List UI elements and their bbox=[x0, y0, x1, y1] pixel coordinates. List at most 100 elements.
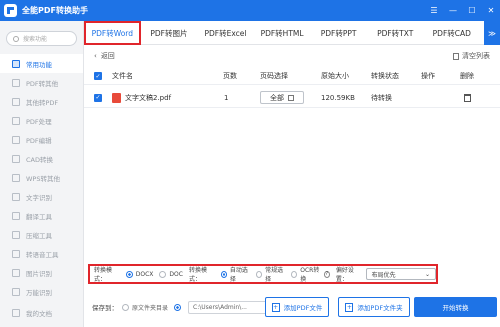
start-convert-button[interactable]: 开始转换 bbox=[414, 297, 497, 317]
cad-icon bbox=[12, 154, 20, 163]
header-status: 转换状态 bbox=[371, 72, 399, 80]
sidebar-item-cad[interactable]: CAD转换 bbox=[0, 149, 83, 168]
tab-more-icon[interactable]: ≫ bbox=[484, 21, 500, 45]
format-label: 转换模式： bbox=[94, 267, 113, 283]
auto-label: 自动选择 bbox=[229, 267, 248, 283]
tab-pdf-to-ppt[interactable]: PDF转PPT bbox=[310, 21, 367, 45]
sidebar-item-pdf-to-other[interactable]: PDF转其他 bbox=[0, 73, 83, 92]
translate-icon bbox=[12, 211, 20, 220]
doc-radio[interactable]: DOC bbox=[159, 270, 183, 278]
tab-bar: PDF转Word PDF转图片 PDF转Excel PDF转HTML PDF转P… bbox=[84, 21, 500, 45]
scan-icon bbox=[12, 287, 20, 296]
clear-label: 清空列表 bbox=[462, 52, 490, 60]
menu-icon[interactable]: ☰ bbox=[429, 6, 439, 15]
header-pages: 页数 bbox=[223, 72, 237, 80]
sidebar-item-label: PDF处理 bbox=[26, 117, 52, 126]
normal-label: 常规选择 bbox=[265, 267, 284, 283]
file-size: 120.59KB bbox=[321, 93, 355, 102]
close-icon[interactable]: ✕ bbox=[486, 6, 496, 15]
page-count: 1 bbox=[224, 93, 229, 102]
voice-icon bbox=[12, 249, 20, 258]
delete-icon[interactable] bbox=[464, 93, 471, 102]
sidebar-item-my-docs[interactable]: 我的文档 bbox=[0, 303, 84, 322]
tab-pdf-to-excel[interactable]: PDF转Excel bbox=[197, 21, 254, 45]
minimize-icon[interactable]: — bbox=[448, 6, 458, 15]
star-icon bbox=[12, 59, 20, 68]
sidebar-item-ocr[interactable]: 文字识别 bbox=[0, 187, 83, 206]
save-to-label: 保存到： bbox=[92, 304, 118, 312]
sidebar-item-label: 翻译工具 bbox=[26, 212, 52, 221]
edit-icon bbox=[12, 135, 20, 144]
output-path-field[interactable]: C:\Users\Admin\... bbox=[188, 300, 269, 314]
edit-icon bbox=[288, 94, 294, 101]
add-pdf-file-button[interactable]: + 添加PDF文件 bbox=[265, 297, 329, 317]
text-icon bbox=[12, 192, 20, 201]
source-dir-radio[interactable]: 原文件夹目录 bbox=[122, 303, 168, 312]
sidebar-item-voice[interactable]: 转语音工具 bbox=[0, 244, 83, 263]
sidebar-item-label: 我的文档 bbox=[26, 309, 52, 318]
preference-select[interactable]: 布局优先 ⌄ bbox=[365, 268, 436, 280]
header-action: 操作 bbox=[421, 72, 435, 80]
pref-label: 偏好设置： bbox=[335, 267, 354, 283]
doc-label: DOC bbox=[169, 270, 183, 278]
header-size: 原始大小 bbox=[321, 72, 349, 80]
sidebar-item-label: 万能识别 bbox=[26, 288, 52, 297]
sidebar-item-label: CAD转换 bbox=[26, 155, 53, 164]
clear-list-button[interactable]: 清空列表 bbox=[453, 51, 490, 61]
radio-icon bbox=[220, 270, 227, 278]
sidebar-item-label: 转语音工具 bbox=[26, 250, 59, 259]
row-checkbox[interactable]: ✓ bbox=[94, 93, 102, 102]
sidebar-item-label: 常用功能 bbox=[26, 60, 52, 69]
add-folder-label: 添加PDF文件夹 bbox=[357, 304, 403, 312]
tab-pdf-to-image[interactable]: PDF转图片 bbox=[141, 21, 198, 45]
sidebar-item-common[interactable]: 常用功能 bbox=[0, 54, 83, 73]
header-page-select: 页码选择 bbox=[260, 72, 288, 80]
sidebar-item-label: 图片识别 bbox=[26, 269, 52, 278]
tab-pdf-to-word[interactable]: PDF转Word bbox=[84, 21, 141, 45]
sidebar-item-wps[interactable]: WPS转其他 bbox=[0, 168, 83, 187]
sub-toolbar: ‹ 返回 清空列表 bbox=[84, 48, 500, 64]
sidebar-item-label: PDF编辑 bbox=[26, 136, 52, 145]
help-icon[interactable]: ? bbox=[323, 270, 330, 278]
radio-icon bbox=[159, 270, 167, 278]
sidebar-item-label: 文字识别 bbox=[26, 193, 52, 202]
page-select-button[interactable]: 全部 bbox=[260, 91, 304, 104]
sidebar-item-translate[interactable]: 翻译工具 bbox=[0, 206, 83, 225]
tab-pdf-to-txt[interactable]: PDF转TXT bbox=[367, 21, 424, 45]
search-input[interactable]: 搜索功能 bbox=[6, 31, 77, 46]
sidebar-item-label: 压缩工具 bbox=[26, 231, 52, 240]
trash-icon bbox=[453, 52, 459, 60]
ocr-radio[interactable]: OCR转换? bbox=[291, 265, 330, 283]
sidebar-item-label: PDF转其他 bbox=[26, 79, 59, 88]
search-placeholder: 搜索功能 bbox=[23, 36, 48, 43]
select-all-checkbox[interactable]: ✓ bbox=[94, 72, 102, 80]
sidebar-item-pdf-process[interactable]: PDF处理 bbox=[0, 111, 83, 130]
mode-label: 转换模式： bbox=[188, 267, 207, 283]
footer-bar: 保存到： 原文件夹目录 C:\Users\Admin\... … +添加PDF文… bbox=[84, 296, 500, 318]
sidebar-item-universal[interactable]: 万能识别 bbox=[0, 282, 83, 301]
back-label: 返回 bbox=[100, 52, 115, 60]
custom-dir-radio[interactable] bbox=[174, 303, 182, 311]
maximize-icon[interactable]: ☐ bbox=[467, 6, 477, 15]
tab-pdf-to-cad[interactable]: PDF转CAD bbox=[424, 21, 481, 45]
preference-value: 布局优先 bbox=[371, 271, 396, 279]
sidebar-item-other-to-pdf[interactable]: 其他转PDF bbox=[0, 92, 83, 111]
normal-radio[interactable]: 常规选择 bbox=[255, 265, 285, 283]
docx-radio[interactable]: DOCX bbox=[125, 270, 153, 278]
back-button[interactable]: ‹ 返回 bbox=[94, 51, 115, 61]
conversion-options: 转换模式： DOCX DOC 转换模式： 自动选择 常规选择 OCR转换? 偏好… bbox=[88, 264, 438, 284]
add-pdf-folder-button[interactable]: + 添加PDF文件夹 bbox=[338, 297, 410, 317]
window-controls: ☰ — ☐ ✕ bbox=[429, 0, 496, 21]
sidebar-item-label: 其他转PDF bbox=[26, 98, 59, 107]
sidebar-item-image-ocr[interactable]: 图片识别 bbox=[0, 263, 83, 282]
title-bar: 全能PDF转换助手 ☰ — ☐ ✕ bbox=[0, 0, 500, 21]
sidebar-item-label: WPS转其他 bbox=[26, 174, 60, 183]
radio-icon bbox=[291, 270, 298, 278]
chevron-down-icon: ⌄ bbox=[424, 270, 430, 278]
tab-pdf-to-html[interactable]: PDF转HTML bbox=[254, 21, 311, 45]
sidebar-item-pdf-edit[interactable]: PDF编辑 bbox=[0, 130, 83, 149]
add-file-icon: + bbox=[271, 302, 280, 312]
auto-radio[interactable]: 自动选择 bbox=[220, 265, 250, 283]
sidebar-item-compress[interactable]: 压缩工具 bbox=[0, 225, 83, 244]
add-file-label: 添加PDF文件 bbox=[283, 304, 323, 312]
